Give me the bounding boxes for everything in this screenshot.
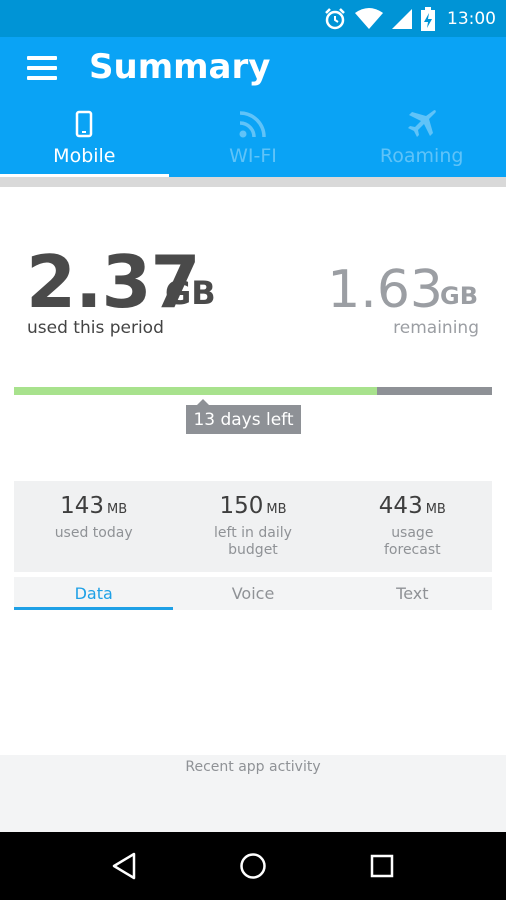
hamburger-menu-icon[interactable] — [27, 56, 57, 80]
stats-panel: 143 MB used today 150 MB left in daily bud… — [14, 481, 492, 572]
recents-icon[interactable] — [352, 836, 412, 896]
wifi-rss-icon — [238, 109, 268, 139]
alarm-icon — [323, 7, 347, 31]
stat-label: used today — [54, 525, 133, 541]
subtab-label: Data — [74, 584, 113, 603]
remaining-value: 1.63 — [327, 260, 443, 320]
used-caption: used this period — [27, 318, 164, 338]
stat-label: usage forecast — [384, 525, 441, 558]
app-bar: Summary Mobile WI-FI Roaming — [0, 37, 506, 177]
subtab-label: Voice — [231, 584, 275, 603]
recent-app-activity-section[interactable]: Recent app activity — [0, 755, 506, 832]
signal-icon — [391, 8, 413, 30]
phone-icon — [75, 109, 93, 139]
system-nav-bar — [0, 832, 506, 900]
stat-daily-budget: 150 MB left in daily budget — [173, 481, 332, 572]
status-bar: 13:00 — [0, 0, 506, 37]
stat-used-today: 143 MB used today — [14, 481, 173, 572]
used-unit: GB — [165, 274, 216, 312]
divider-strip — [0, 177, 506, 187]
stat-unit: MB — [266, 502, 287, 517]
tab-roaming[interactable]: Roaming — [337, 105, 506, 177]
usage-progress-fill — [14, 387, 378, 395]
status-time: 13:00 — [447, 8, 496, 29]
tab-bar: Mobile WI-FI Roaming — [0, 105, 506, 177]
airplane-icon — [407, 109, 437, 139]
tab-label: Roaming — [379, 145, 464, 167]
stat-value: 150 — [219, 493, 264, 519]
stat-value: 443 — [378, 493, 423, 519]
usage-type-tabs: Data Voice Text — [14, 577, 492, 610]
stat-value: 143 — [60, 493, 105, 519]
tab-mobile[interactable]: Mobile — [0, 105, 169, 177]
remaining-caption: remaining — [393, 318, 479, 338]
page-title: Summary — [89, 47, 271, 87]
wifi-icon — [355, 7, 383, 30]
screen: 13:00 Summary Mobile WI-FI Roaming 2.37 … — [0, 0, 506, 900]
days-left-badge: 13 days left — [186, 399, 301, 434]
subtab-data[interactable]: Data — [14, 577, 174, 610]
home-icon[interactable] — [223, 836, 283, 896]
stat-unit: MB — [425, 502, 446, 517]
tab-label: WI-FI — [229, 145, 277, 167]
subtab-text[interactable]: Text — [333, 577, 492, 610]
tab-label: Mobile — [53, 145, 116, 167]
subtab-label: Text — [396, 584, 429, 603]
subtab-active-indicator — [14, 607, 174, 610]
usage-progress-bar — [14, 387, 492, 395]
recent-app-activity-label: Recent app activity — [185, 759, 321, 775]
remaining-unit: GB — [440, 282, 478, 310]
subtab-voice[interactable]: Voice — [173, 577, 332, 610]
battery-charging-icon — [421, 6, 435, 31]
stat-usage-forecast: 443 MB usage forecast — [333, 481, 492, 572]
stat-label: left in daily budget — [214, 525, 292, 558]
back-icon[interactable] — [94, 836, 154, 896]
tab-wifi[interactable]: WI-FI — [169, 105, 338, 177]
stat-unit: MB — [107, 502, 128, 517]
